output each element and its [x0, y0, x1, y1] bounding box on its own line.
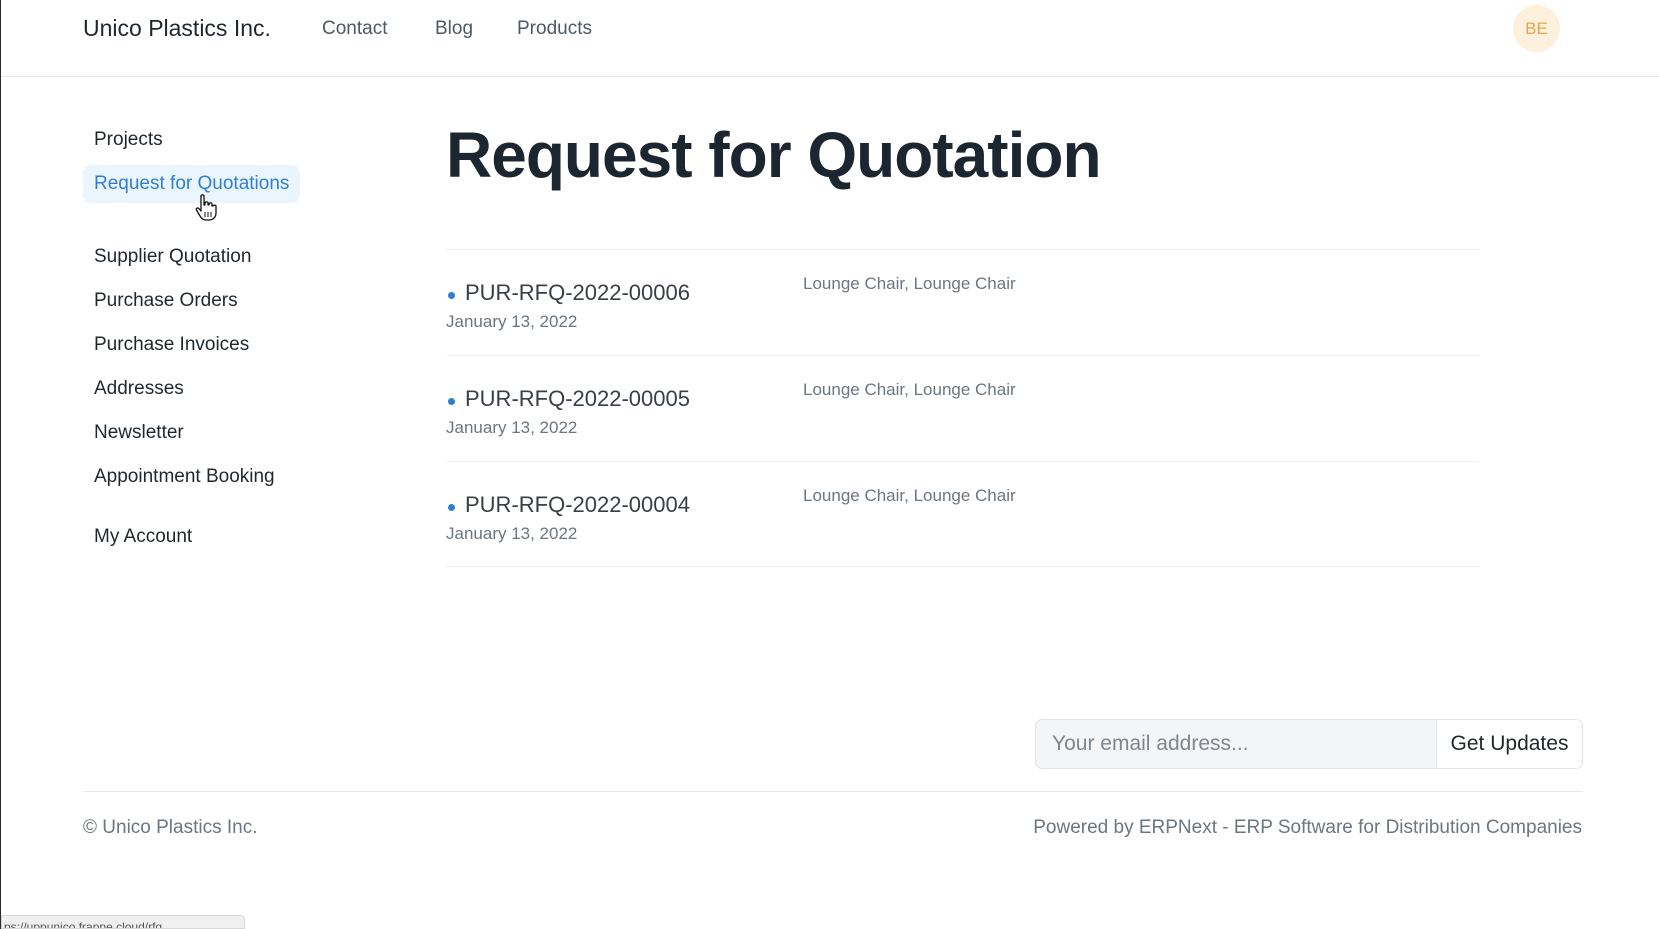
navbar: Unico Plastics Inc. Contact Blog Product…	[1, 0, 1659, 77]
page: Unico Plastics Inc. Contact Blog Product…	[0, 0, 1659, 929]
rfq-items: Lounge Chair, Lounge Chair	[803, 486, 1016, 505]
nav-link-contact[interactable]: Contact	[322, 18, 387, 40]
sidebar-item-appointment-booking[interactable]: Appointment Booking	[83, 463, 300, 491]
sidebar-item-my-account[interactable]: My Account	[83, 523, 300, 551]
footer-copyright: © Unico Plastics Inc.	[83, 817, 258, 838]
sidebar-item-purchase-orders[interactable]: Purchase Orders	[83, 287, 300, 315]
rfq-date: January 13, 2022	[446, 524, 578, 543]
rfq-items: Lounge Chair, Lounge Chair	[803, 274, 1016, 293]
email-input[interactable]	[1036, 720, 1436, 768]
subscribe-form: Get Updates	[1035, 719, 1583, 769]
status-dot-icon	[448, 292, 455, 299]
rfq-name-link[interactable]: PUR-RFQ-2022-00004	[465, 492, 690, 518]
nav-link-blog[interactable]: Blog	[435, 18, 473, 40]
page-title: Request for Quotation	[446, 119, 1102, 191]
sidebar-item-purchase-invoices[interactable]: Purchase Invoices	[83, 331, 300, 359]
rfq-row[interactable]: PUR-RFQ-2022-00006 January 13, 2022 Loun…	[446, 249, 1479, 355]
footer-divider	[83, 791, 1583, 792]
status-dot-icon	[448, 398, 455, 405]
status-dot-icon	[448, 504, 455, 511]
get-updates-button[interactable]: Get Updates	[1436, 720, 1582, 768]
rfq-row[interactable]: PUR-RFQ-2022-00004 January 13, 2022 Loun…	[446, 461, 1479, 567]
rfq-row[interactable]: PUR-RFQ-2022-00005 January 13, 2022 Loun…	[446, 355, 1479, 461]
rfq-date: January 13, 2022	[446, 312, 578, 331]
sidebar-item-request-for-quotations[interactable]: Request for Quotations	[83, 165, 300, 203]
rfq-name-link[interactable]: PUR-RFQ-2022-00005	[465, 386, 690, 412]
powered-by-link[interactable]: Powered by ERPNext - ERP Software for Di…	[1033, 817, 1582, 839]
rfq-name-link[interactable]: PUR-RFQ-2022-00006	[465, 280, 690, 306]
sidebar-item-newsletter[interactable]: Newsletter	[83, 419, 300, 447]
sidebar-item-supplier-quotation[interactable]: Supplier Quotation	[83, 243, 300, 271]
brand-link[interactable]: Unico Plastics Inc.	[83, 15, 271, 42]
sidebar-item-addresses[interactable]: Addresses	[83, 375, 300, 403]
nav-link-products[interactable]: Products	[517, 18, 592, 40]
rfq-items: Lounge Chair, Lounge Chair	[803, 380, 1016, 399]
rfq-list: PUR-RFQ-2022-00006 January 13, 2022 Loun…	[446, 249, 1479, 567]
status-url-bar: ps://uppunico.frappe.cloud/rfq	[1, 915, 245, 929]
hand-pointer-cursor-icon	[195, 194, 217, 221]
rfq-date: January 13, 2022	[446, 418, 578, 437]
user-avatar[interactable]: BE	[1513, 5, 1560, 52]
sidebar-item-projects[interactable]: Projects	[83, 126, 300, 154]
